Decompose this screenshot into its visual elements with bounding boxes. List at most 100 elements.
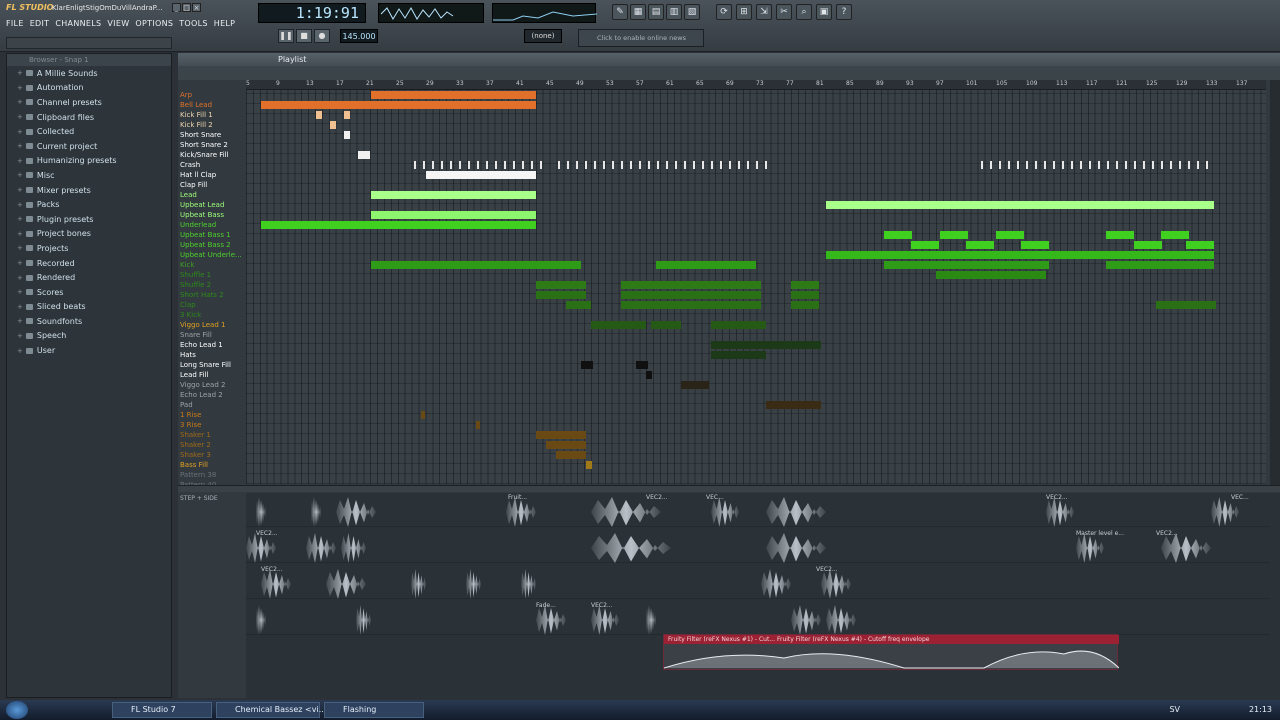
pattern-clip[interactable]	[996, 231, 1024, 239]
expand-icon[interactable]: +	[17, 84, 23, 92]
track-name[interactable]: 3 Kick	[178, 310, 246, 320]
pattern-clip[interactable]	[621, 301, 761, 309]
track-name[interactable]: Short Snare	[178, 130, 246, 140]
close-button[interactable]: ×	[192, 3, 201, 12]
pattern-clip[interactable]	[711, 161, 713, 169]
pattern-grid[interactable]	[246, 90, 1266, 484]
pattern-clip[interactable]	[738, 161, 740, 169]
pattern-clip[interactable]	[459, 161, 461, 169]
pattern-clip[interactable]	[522, 161, 524, 169]
expand-icon[interactable]: +	[17, 230, 23, 238]
pattern-clip[interactable]	[612, 161, 614, 169]
pattern-clip[interactable]	[432, 161, 434, 169]
track-name[interactable]: Long Snare Fill	[178, 360, 246, 370]
track-name[interactable]: Upbeat Bass 1	[178, 230, 246, 240]
menu-channels[interactable]: CHANNELS	[55, 19, 101, 28]
song-position-display[interactable]: 1:19:91	[258, 3, 366, 23]
pattern-clip[interactable]	[1125, 161, 1127, 169]
pattern-clip[interactable]	[1106, 261, 1214, 269]
pattern-clip[interactable]	[536, 291, 586, 299]
browser-item[interactable]: + Speech	[7, 329, 171, 344]
track-name[interactable]: Arp	[178, 90, 246, 100]
expand-icon[interactable]: +	[17, 98, 23, 106]
pattern-clip[interactable]	[791, 281, 819, 289]
expand-icon[interactable]: +	[17, 69, 23, 77]
hint-icon[interactable]: ✎	[612, 4, 628, 20]
track-name[interactable]: 3 Rise	[178, 420, 246, 430]
pattern-clip[interactable]	[1080, 161, 1082, 169]
expand-icon[interactable]: +	[17, 244, 23, 252]
pattern-clip[interactable]	[656, 261, 756, 269]
track-name[interactable]: Viggo Lead 1	[178, 320, 246, 330]
track-name[interactable]: Lead Fill	[178, 370, 246, 380]
track-name[interactable]: Echo Lead 1	[178, 340, 246, 350]
pattern-clip[interactable]	[636, 361, 648, 369]
pattern-clip[interactable]	[344, 111, 350, 119]
pattern-clip[interactable]	[666, 161, 668, 169]
export-icon[interactable]: ⇲	[756, 4, 772, 20]
pattern-clip[interactable]	[576, 161, 578, 169]
pattern-clip[interactable]	[657, 161, 659, 169]
track-name[interactable]: Kick/Snare Fill	[178, 150, 246, 160]
expand-icon[interactable]: +	[17, 142, 23, 150]
track-name[interactable]: Pad	[178, 400, 246, 410]
track-name[interactable]: Lead	[178, 190, 246, 200]
pattern-selector[interactable]: (none)	[524, 29, 562, 43]
expand-icon[interactable]: +	[17, 157, 23, 165]
browser-item[interactable]: + Packs	[7, 197, 171, 212]
pattern-clip[interactable]	[586, 461, 592, 469]
pattern-clip[interactable]	[371, 91, 536, 99]
playlist-icon[interactable]: ▧	[684, 4, 700, 20]
pattern-clip[interactable]	[720, 161, 722, 169]
pattern-clip[interactable]	[581, 361, 593, 369]
pattern-clip[interactable]	[556, 451, 586, 459]
tempo-display[interactable]: 145.000	[340, 29, 378, 43]
menu-help[interactable]: HELP	[214, 19, 236, 28]
pattern-clip[interactable]	[1062, 161, 1064, 169]
pattern-clip[interactable]	[791, 291, 819, 299]
help-icon[interactable]: ?	[836, 4, 852, 20]
pattern-clip[interactable]	[1186, 241, 1214, 249]
track-name[interactable]: Upbeat Bass 2	[178, 240, 246, 250]
mixer-icon[interactable]: ▥	[666, 4, 682, 20]
pattern-clip[interactable]	[826, 201, 1214, 209]
audio-lane[interactable]	[246, 601, 1270, 635]
pattern-clip[interactable]	[1134, 161, 1136, 169]
pattern-clip[interactable]	[1071, 161, 1073, 169]
track-name[interactable]: Upbeat Bass	[178, 210, 246, 220]
timeline-ruler[interactable]: 5 9 13 17 21 25 29 33 37 41 45 49 53 57 61 65 69 73 77 81 85…	[246, 80, 1266, 90]
track-name[interactable]: Hats	[178, 350, 246, 360]
browser-item[interactable]: + Rendered	[7, 270, 171, 285]
pattern-clip[interactable]	[999, 161, 1001, 169]
track-name[interactable]: Snare Fill	[178, 330, 246, 340]
pattern-clip[interactable]	[1161, 161, 1163, 169]
track-name[interactable]: Bass Fill	[178, 460, 246, 470]
pattern-clip[interactable]	[1035, 161, 1037, 169]
pattern-clip[interactable]	[990, 161, 992, 169]
expand-icon[interactable]: +	[17, 317, 23, 325]
pattern-clip[interactable]	[646, 371, 652, 379]
track-name[interactable]: Viggo Lead 2	[178, 380, 246, 390]
pattern-clip[interactable]	[504, 161, 506, 169]
pattern-clip[interactable]	[1206, 161, 1208, 169]
browser-item[interactable]: + Misc	[7, 168, 171, 183]
pattern-clip[interactable]	[884, 231, 912, 239]
pattern-clip[interactable]	[621, 281, 761, 289]
expand-icon[interactable]: +	[17, 274, 23, 282]
pattern-clip[interactable]	[441, 161, 443, 169]
pattern-clip[interactable]	[711, 351, 766, 359]
track-name[interactable]: Shaker 3	[178, 450, 246, 460]
track-name[interactable]: Shaker 2	[178, 440, 246, 450]
pattern-clip[interactable]	[371, 211, 536, 219]
pattern-clip[interactable]	[1098, 161, 1100, 169]
pattern-clip[interactable]	[585, 161, 587, 169]
pattern-clip[interactable]	[1089, 161, 1091, 169]
browser-item[interactable]: + Soundfonts	[7, 314, 171, 329]
browser-item[interactable]: + Sliced beats	[7, 300, 171, 315]
pattern-clip[interactable]	[591, 321, 646, 329]
pattern-clip[interactable]	[765, 161, 767, 169]
pattern-clip[interactable]	[1044, 161, 1046, 169]
pattern-clip[interactable]	[316, 111, 322, 119]
refresh-icon[interactable]: ⟳	[716, 4, 732, 20]
task-fl-studio[interactable]: FL Studio 7	[112, 702, 212, 718]
